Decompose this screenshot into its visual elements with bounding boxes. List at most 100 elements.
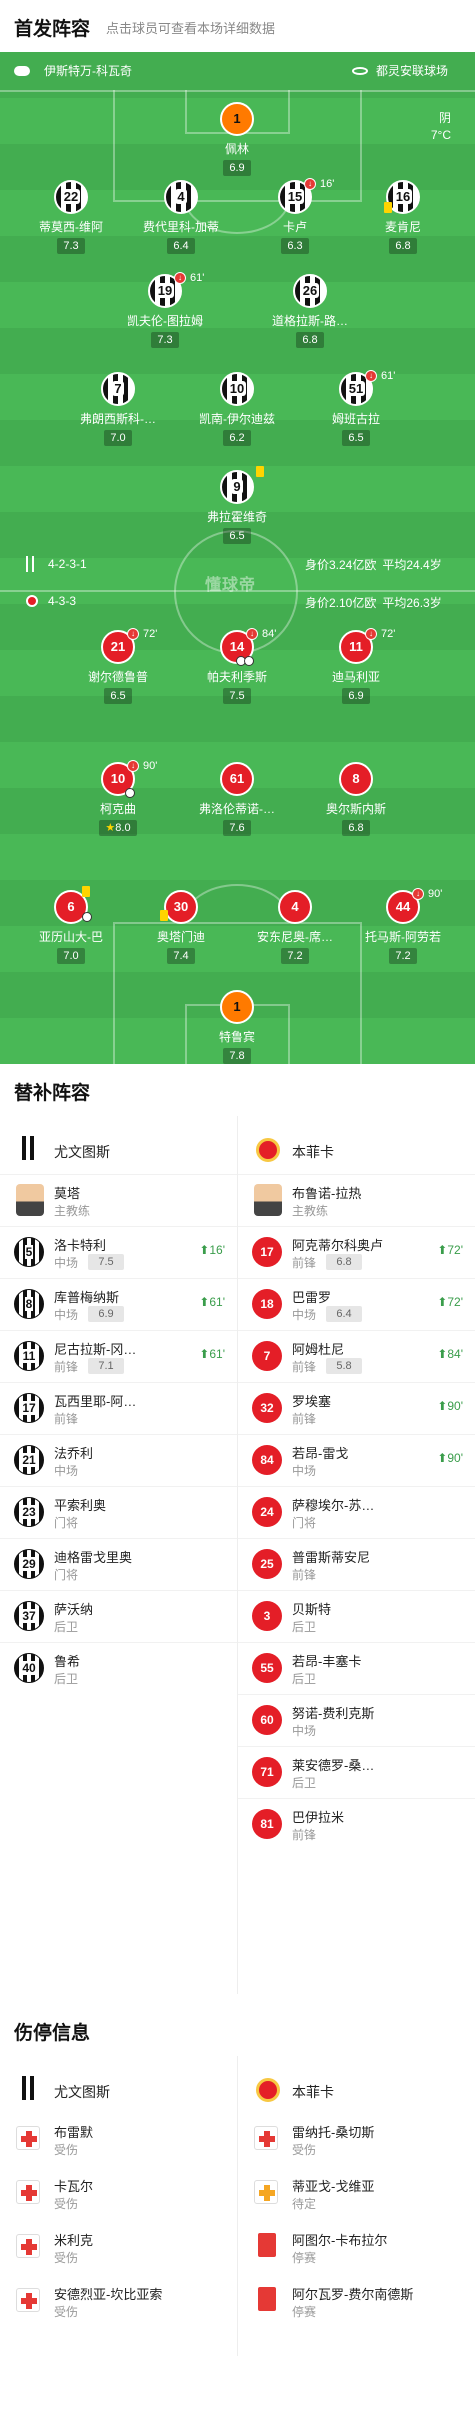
- sub-name: 普雷斯蒂安尼: [292, 1550, 371, 1565]
- injury-name: 蒂亚戈-戈维亚: [292, 2179, 375, 2194]
- sub-row-away[interactable]: 布鲁诺-拉热 主教练: [238, 1174, 475, 1224]
- sub-row-home[interactable]: 37 萨沃纳 后卫: [0, 1590, 237, 1640]
- pitch: 懂球帝 伊斯特万-科瓦奇 都灵安联球场 阴 7°C 1 佩林 6.9 22 蒂莫…: [0, 52, 475, 1064]
- sub-row-home[interactable]: 23 平索利奥 门将: [0, 1486, 237, 1536]
- sub-row-away[interactable]: 84 若昂-雷戈 中场 ⬆90': [238, 1434, 475, 1484]
- subs-title: 替补阵容: [14, 1083, 91, 1104]
- away-value: 身价2.10亿欧: [305, 596, 377, 610]
- player-away-10[interactable]: 10 ↓ 90' 柯克曲 ★8.0: [75, 760, 161, 836]
- sub-position: 前锋: [292, 1828, 317, 1842]
- sub-rating: 6.8: [326, 1254, 362, 1270]
- subs-header: 替补阵容: [0, 1064, 475, 1116]
- player-away-61[interactable]: 61 弗洛伦蒂诺-… 7.6: [194, 762, 280, 836]
- stadium-icon: [352, 66, 368, 75]
- player-home-15[interactable]: 15 ↓ 16' 卡卢 6.3: [252, 178, 338, 254]
- injury-row-away[interactable]: 雷纳托-桑切斯 受伤: [238, 2114, 475, 2164]
- player-away-8[interactable]: 8 奥尔斯内斯 6.8: [313, 762, 399, 836]
- benfica-logo-icon: [26, 595, 38, 607]
- sub-row-home[interactable]: 17 瓦西里耶-阿… 前锋: [0, 1382, 237, 1432]
- injury-name: 雷纳托-桑切斯: [292, 2125, 375, 2140]
- sub-name: 瓦西里耶-阿…: [54, 1394, 137, 1409]
- injury-name: 布雷默: [54, 2125, 94, 2140]
- injuries-home-team: 尤文图斯: [0, 2064, 237, 2114]
- sub-row-away[interactable]: 81 巴伊拉米 前锋: [238, 1798, 475, 1848]
- sub-name: 法乔利: [54, 1446, 94, 1461]
- injury-row-home[interactable]: 卡瓦尔 受伤: [0, 2168, 237, 2218]
- player-home-19[interactable]: 19 ↓ 61' 凯夫伦-图拉姆 7.3: [122, 272, 208, 348]
- injury-row-away[interactable]: 阿尔瓦罗-费尔南德斯 停赛: [238, 2276, 475, 2326]
- sub-row-home[interactable]: 5 洛卡特利 中场 7.5 ⬆16': [0, 1226, 237, 1276]
- coach-avatar: [16, 1184, 44, 1216]
- player-away-6[interactable]: 6 亚历山大-巴 7.0: [28, 886, 114, 964]
- sub-row-home[interactable]: 8 库普梅纳斯 中场 6.9 ⬆61': [0, 1278, 237, 1328]
- player-away-21[interactable]: 21 ↓ 72' 谢尔德鲁普 6.5: [75, 628, 161, 704]
- sub-row-away[interactable]: 3 贝斯特 后卫: [238, 1590, 475, 1640]
- sub-row-away[interactable]: 24 萨穆埃尔-苏… 门将: [238, 1486, 475, 1536]
- sub-row-home[interactable]: 莫塔 主教练: [0, 1174, 237, 1224]
- sub-row-away[interactable]: 71 莱安德罗-桑… 后卫: [238, 1746, 475, 1796]
- away-formation: 4-3-3: [48, 594, 77, 608]
- sub-name: 萨穆埃尔-苏…: [292, 1498, 375, 1513]
- sub-row-home[interactable]: 11 尼古拉斯-冈… 前锋 7.1 ⬆61': [0, 1330, 237, 1380]
- sub-row-away[interactable]: 60 努诺-费利克斯 中场: [238, 1694, 475, 1744]
- jersey-number: 29: [14, 1549, 44, 1579]
- sub-rating: 6.9: [88, 1306, 124, 1322]
- sub-out-icon: ↓: [127, 760, 139, 772]
- sub-in-time: ⬆61': [199, 1347, 225, 1361]
- away-avg-age: 平均26.3岁: [382, 596, 442, 610]
- player-away-1[interactable]: 1 特鲁宾 7.8: [194, 990, 280, 1064]
- sub-in-time: ⬆61': [199, 1295, 225, 1309]
- sub-name: 巴伊拉米: [292, 1810, 345, 1825]
- injury-row-home[interactable]: 安德烈亚-坎比亚索 受伤: [0, 2276, 237, 2326]
- injury-icon: [16, 2126, 40, 2150]
- player-home-26[interactable]: 26 道格拉斯-路… 6.8: [267, 274, 353, 348]
- player-home-10[interactable]: 10 凯南-伊尔迪兹 6.2: [194, 372, 280, 446]
- sub-position: 门将: [292, 1516, 317, 1530]
- sub-row-home[interactable]: 29 迪格雷戈里奥 门将: [0, 1538, 237, 1588]
- player-home-7[interactable]: 7 弗朗西斯科-… 7.0: [75, 372, 161, 446]
- sub-row-home[interactable]: 40 鲁希 后卫: [0, 1642, 237, 1692]
- sub-name: 若昂-雷戈: [292, 1446, 349, 1461]
- sub-row-away[interactable]: 7 阿姆杜尼 前锋 5.8 ⬆84': [238, 1330, 475, 1380]
- sub-row-away[interactable]: 18 巴雷罗 中场 6.4 ⬆72': [238, 1278, 475, 1328]
- sub-row-away[interactable]: 32 罗埃塞 前锋 ⬆90': [238, 1382, 475, 1432]
- player-home-1[interactable]: 1 佩林 6.9: [194, 102, 280, 176]
- injury-row-home[interactable]: 米利克 受伤: [0, 2222, 237, 2272]
- injury-row-away[interactable]: 蒂亚戈-戈维亚 待定: [238, 2168, 475, 2218]
- player-home-51[interactable]: 51 ↓ 61' 姆班古拉 6.5: [313, 370, 399, 446]
- doubtful-icon: [254, 2180, 278, 2204]
- sub-name: 布鲁诺-拉热: [292, 1186, 362, 1201]
- subs-home-team: 尤文图斯: [0, 1124, 237, 1174]
- player-home-16[interactable]: 16 麦肯尼 6.8: [360, 180, 446, 254]
- lineup-title: 首发阵容: [14, 19, 91, 40]
- player-away-14[interactable]: 14 ↓ 84' 帕夫利季斯 7.5: [194, 628, 280, 704]
- injury-status: 停赛: [292, 2251, 317, 2265]
- player-away-4[interactable]: 4 安东尼奥-席… 7.2: [252, 890, 338, 964]
- sub-position: 中场: [292, 1308, 317, 1322]
- sub-row-home[interactable]: 21 法乔利 中场: [0, 1434, 237, 1484]
- player-away-11[interactable]: 11 ↓ 72' 迪马利亚 6.9: [313, 628, 399, 704]
- player-home-9[interactable]: 9 弗拉霍维奇 6.5: [194, 466, 280, 544]
- sub-position: 中场: [54, 1464, 79, 1478]
- player-away-30[interactable]: 30 奥塔门迪 7.4: [138, 890, 224, 964]
- sub-position: 前锋: [292, 1256, 317, 1270]
- injury-name: 卡瓦尔: [54, 2179, 94, 2194]
- injury-status: 待定: [292, 2197, 317, 2211]
- jersey-number: 71: [252, 1757, 282, 1787]
- injury-row-away[interactable]: 阿图尔-卡布拉尔 停赛: [238, 2222, 475, 2272]
- sub-position: 前锋: [292, 1360, 317, 1374]
- home-team-info: 4-2-3-1: [26, 556, 87, 572]
- jersey-number: 17: [14, 1393, 44, 1423]
- player-home-22[interactable]: 22 蒂莫西-维阿 7.3: [28, 180, 114, 254]
- sub-row-away[interactable]: 17 阿克蒂尔科奥卢 前锋 6.8 ⬆72': [238, 1226, 475, 1276]
- sub-row-away[interactable]: 55 若昂-丰塞卡 后卫: [238, 1642, 475, 1692]
- injury-row-home[interactable]: 布雷默 受伤: [0, 2114, 237, 2164]
- sub-rating: 5.8: [326, 1358, 362, 1374]
- sub-name: 迪格雷戈里奥: [54, 1550, 133, 1565]
- player-away-44[interactable]: 44 ↓ 90' 托马斯-阿劳若 7.2: [360, 888, 446, 964]
- sub-row-away[interactable]: 25 普雷斯蒂安尼 前锋: [238, 1538, 475, 1588]
- benfica-logo-icon: [254, 1134, 282, 1164]
- weather-text: 阴: [438, 111, 451, 125]
- jersey-number: 5: [14, 1237, 44, 1267]
- player-home-4[interactable]: 4 费代里科-加蒂 6.4: [138, 180, 224, 254]
